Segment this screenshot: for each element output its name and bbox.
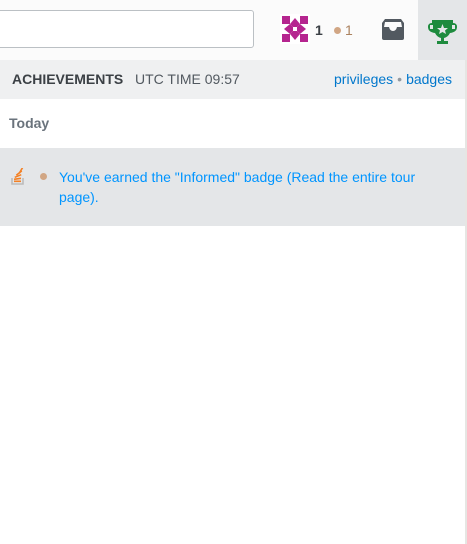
bronze-badge-icon (334, 27, 341, 34)
dropdown-title: ACHIEVEMENTS (12, 71, 124, 87)
section-label: Today (9, 115, 50, 131)
achievements-dropdown: ACHIEVEMENTS UTC TIME 09:57 privileges • b… (0, 60, 465, 544)
trophy-icon (428, 20, 457, 44)
inbox-icon (382, 19, 404, 40)
badges-link[interactable]: badges (406, 71, 452, 87)
search-input[interactable] (0, 10, 254, 48)
bronze-badge-count[interactable]: 1 (345, 22, 353, 38)
utc-time: UTC TIME 09:57 (135, 71, 240, 87)
achievements-button[interactable] (418, 0, 467, 60)
dropdown-header: ACHIEVEMENTS UTC TIME 09:57 privileges • b… (0, 60, 465, 99)
inbox-button[interactable] (374, 12, 412, 48)
header-links: privileges • badges (334, 71, 452, 87)
reputation-score[interactable]: 1 (315, 22, 323, 38)
avatar[interactable] (280, 14, 310, 44)
stackoverflow-icon (10, 166, 26, 185)
achievement-item[interactable]: You've earned the "Informed" badge (Read… (0, 148, 465, 226)
bronze-badge-icon (40, 173, 47, 180)
privileges-link[interactable]: privileges (334, 71, 393, 87)
top-bar: 1 1 (0, 0, 467, 60)
link-separator: • (397, 71, 403, 87)
identicon-icon (280, 14, 310, 44)
achievement-text[interactable]: You've earned the "Informed" badge (Read… (59, 167, 454, 207)
